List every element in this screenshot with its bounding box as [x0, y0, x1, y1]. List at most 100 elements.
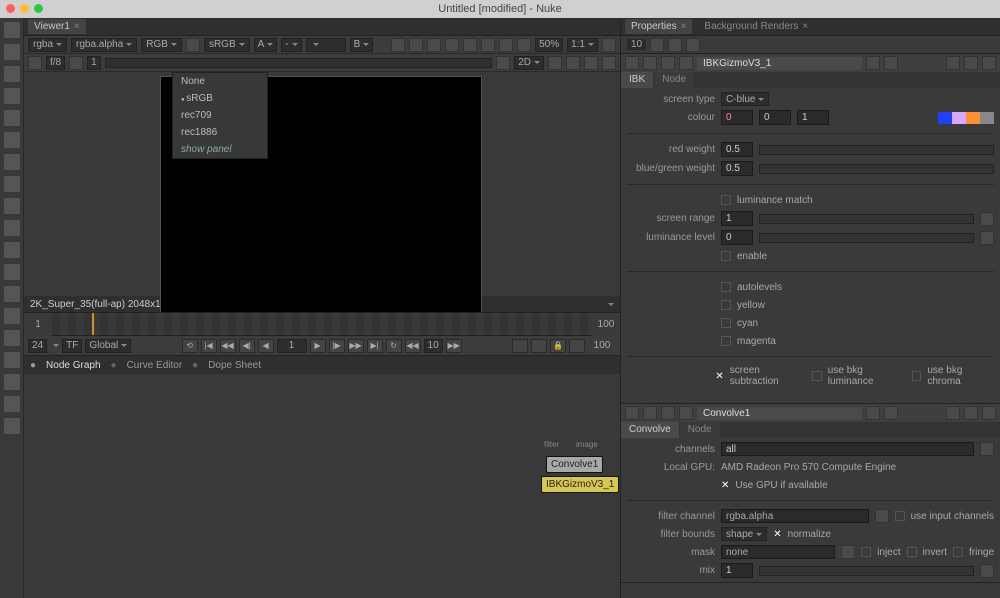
playhead[interactable] [92, 313, 94, 335]
viewer-icon[interactable] [463, 38, 477, 52]
frame-end2[interactable]: 100 [588, 340, 616, 351]
close-icon[interactable]: × [74, 21, 80, 32]
tf-select[interactable]: TF [62, 339, 82, 353]
node-graph[interactable]: filter image Convolve1 IBKGizmoV3_1 [24, 374, 620, 598]
next-frame-icon[interactable]: |▶ [329, 339, 345, 353]
channel-icon[interactable] [980, 442, 994, 456]
close-icon[interactable] [964, 56, 978, 70]
menu-item-srgb[interactable]: sRGB [173, 90, 267, 107]
chevron-down-icon[interactable] [608, 303, 614, 306]
viewer-icon[interactable] [409, 38, 423, 52]
step-fwd-icon[interactable]: ▶▶ [446, 339, 462, 353]
play-icon[interactable] [569, 339, 585, 353]
bg-weight-slider[interactable] [759, 164, 994, 174]
prev-frame-icon[interactable]: ◀| [239, 339, 255, 353]
bg-weight-field[interactable]: 0.5 [721, 161, 753, 176]
checkbox[interactable] [721, 195, 731, 205]
b-buffer[interactable]: B [350, 38, 374, 52]
viewer-icon[interactable] [584, 56, 598, 70]
frame-end[interactable]: 100 [592, 319, 620, 330]
tool-icon[interactable] [4, 154, 20, 170]
colour-b[interactable]: 1 [797, 110, 829, 125]
edit-icon[interactable] [686, 38, 700, 52]
close-icon[interactable] [964, 406, 978, 420]
channel-select[interactable]: rgba [28, 38, 67, 52]
viewer-icon[interactable] [445, 38, 459, 52]
red-weight-field[interactable]: 0.5 [721, 142, 753, 157]
tool-icon[interactable] [4, 110, 20, 126]
fps-field[interactable]: 24 [28, 339, 47, 353]
close-icon[interactable] [982, 56, 996, 70]
tool-icon[interactable] [4, 22, 20, 38]
timeline[interactable]: 1 100 [24, 312, 620, 336]
colorspace-select[interactable]: sRGB [204, 38, 250, 52]
step-field[interactable]: 10 [424, 339, 443, 353]
node-convolve[interactable]: Convolve1 [546, 456, 603, 473]
menu-item-show-panel[interactable]: show panel [173, 141, 267, 158]
current-frame[interactable]: 1 [277, 339, 307, 353]
lum-level-field[interactable]: 0 [721, 230, 753, 245]
viewer-icon[interactable] [548, 56, 562, 70]
checkbox[interactable] [953, 547, 963, 557]
timeline-ruler[interactable] [52, 313, 592, 336]
channel-icon[interactable] [875, 509, 889, 523]
play-icon[interactable] [512, 339, 528, 353]
help-icon[interactable] [946, 56, 960, 70]
tool-icon[interactable] [4, 374, 20, 390]
arrow-left-icon[interactable] [28, 56, 42, 70]
screen-type-select[interactable]: C-blue [721, 92, 769, 106]
first-frame-icon[interactable]: |◀ [201, 339, 217, 353]
screen-range-field[interactable]: 1 [721, 211, 753, 226]
dim-select[interactable]: 2D [514, 56, 544, 70]
mix-slider[interactable] [759, 566, 974, 576]
panel-icon[interactable] [884, 56, 898, 70]
checkbox[interactable] [721, 336, 731, 346]
pause-icon[interactable] [517, 38, 531, 52]
tool-icon[interactable] [4, 176, 20, 192]
checkbox[interactable] [721, 300, 731, 310]
tool-icon[interactable] [4, 396, 20, 412]
colour-swatches[interactable] [938, 112, 994, 124]
mix-field[interactable]: 1 [721, 563, 753, 578]
node-ibk[interactable]: IBKGizmoV3_1 [541, 476, 619, 493]
gamma-field[interactable]: 1 [87, 56, 101, 70]
checkbox[interactable] [812, 371, 821, 381]
chevron-icon[interactable] [625, 406, 639, 420]
anim-icon[interactable] [980, 212, 994, 226]
colour-r[interactable]: 0 [721, 110, 753, 125]
panel-icon[interactable] [643, 406, 657, 420]
menu-item-rec709[interactable]: rec709 [173, 107, 267, 124]
loop-icon[interactable]: ↻ [386, 339, 402, 353]
tab-node-graph[interactable]: Node Graph [46, 360, 100, 371]
checkbox[interactable] [895, 511, 905, 521]
panel-icon[interactable] [866, 406, 880, 420]
checkbox[interactable] [907, 547, 917, 557]
wipe-select[interactable]: - [281, 38, 301, 52]
tool-icon[interactable] [4, 44, 20, 60]
chevron-icon[interactable] [625, 56, 639, 70]
menu-item-none[interactable]: None [173, 73, 267, 90]
viewer-icon[interactable] [602, 56, 616, 70]
tool-icon[interactable] [4, 418, 20, 434]
tool-icon[interactable] [4, 220, 20, 236]
tool-icon[interactable] [4, 308, 20, 324]
panel-icon[interactable] [884, 406, 898, 420]
filter-bounds-select[interactable]: shape [721, 527, 767, 541]
tool-icon[interactable] [4, 66, 20, 82]
panel-icon[interactable] [661, 406, 675, 420]
tool-icon[interactable] [4, 330, 20, 346]
compare-select[interactable] [306, 38, 346, 52]
tool-icon[interactable] [4, 264, 20, 280]
ratio-select[interactable]: 1:1 [567, 38, 598, 52]
trash-icon[interactable] [668, 38, 682, 52]
viewer-icon[interactable] [391, 38, 405, 52]
play-back-icon[interactable]: ◀ [258, 339, 274, 353]
tab-bg-renders[interactable]: Background Renders× [698, 19, 814, 34]
lock-icon[interactable]: 🔒 [550, 339, 566, 353]
viewer-icon[interactable] [427, 38, 441, 52]
anim-icon[interactable] [980, 564, 994, 578]
viewer-icon[interactable] [481, 38, 495, 52]
subtab-ibk[interactable]: IBK [621, 72, 653, 88]
panel-icon[interactable] [679, 56, 693, 70]
label[interactable]: normalize [788, 529, 831, 540]
